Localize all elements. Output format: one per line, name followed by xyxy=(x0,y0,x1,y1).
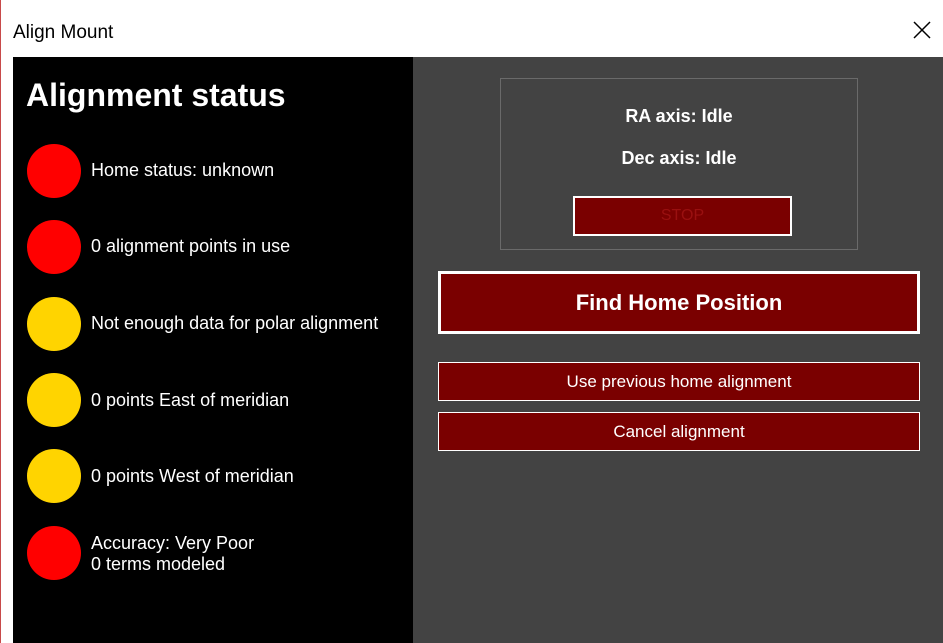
stop-button[interactable]: STOP xyxy=(573,196,792,236)
status-home: Home status: unknown xyxy=(27,144,417,200)
status-indicator-yellow xyxy=(27,373,81,427)
dec-axis-status: Dec axis: Idle xyxy=(621,148,737,168)
find-home-position-button[interactable]: Find Home Position xyxy=(438,271,920,334)
status-text: 0 alignment points in use xyxy=(91,236,291,256)
close-icon xyxy=(912,20,932,45)
status-text: Not enough data for polar alignment xyxy=(91,313,379,333)
status-text: 0 points East of meridian xyxy=(91,390,290,410)
align-mount-window: Align Mount Alignment status Home status… xyxy=(0,0,943,643)
cancel-alignment-button[interactable]: Cancel alignment xyxy=(438,412,920,451)
window-title: Align Mount xyxy=(13,22,114,43)
status-accuracy: Accuracy: Very Poor 0 terms modeled xyxy=(27,526,417,582)
status-indicator-red xyxy=(27,526,81,580)
status-indicator-red xyxy=(27,144,81,198)
alignment-status-panel: Alignment status Home status: unknown 0 … xyxy=(13,57,413,643)
status-polar-alignment: Not enough data for polar alignment xyxy=(27,297,417,353)
status-indicator-red xyxy=(27,220,81,274)
use-previous-home-alignment-button[interactable]: Use previous home alignment xyxy=(438,362,920,401)
alignment-status-heading: Alignment status xyxy=(26,77,286,113)
axis-status-box: RA axis: Idle Dec axis: Idle STOP xyxy=(500,78,858,250)
status-alignment-points: 0 alignment points in use xyxy=(27,220,417,276)
controls-panel: RA axis: Idle Dec axis: Idle STOP Find H… xyxy=(413,57,943,643)
status-text: Accuracy: Very Poor xyxy=(91,533,255,553)
status-indicator-yellow xyxy=(27,297,81,351)
status-subtext: 0 terms modeled xyxy=(91,554,226,574)
status-east-of-meridian: 0 points East of meridian xyxy=(27,373,417,429)
ra-axis-status: RA axis: Idle xyxy=(625,106,733,126)
status-west-of-meridian: 0 points West of meridian xyxy=(27,449,417,505)
status-text: Home status: unknown xyxy=(91,160,275,180)
title-bar: Align Mount xyxy=(1,0,943,56)
status-indicator-yellow xyxy=(27,449,81,503)
close-button[interactable] xyxy=(904,14,940,50)
status-text: 0 points West of meridian xyxy=(91,466,294,486)
